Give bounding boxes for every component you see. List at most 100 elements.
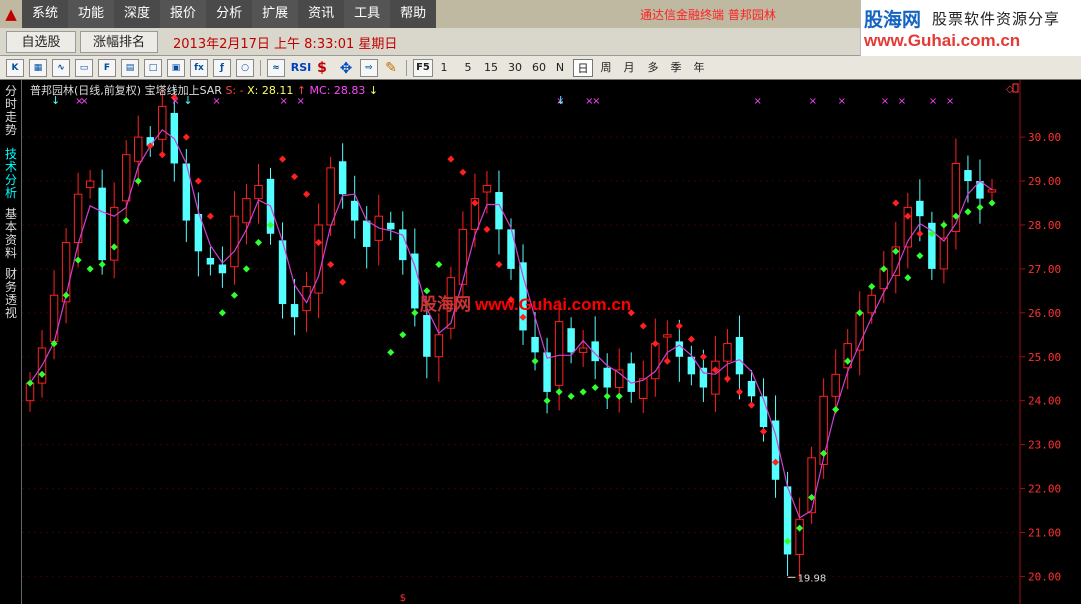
- tab-watchlist[interactable]: 自选股: [6, 31, 76, 53]
- menu-extend[interactable]: 扩展: [252, 0, 299, 28]
- candle-body: [482, 184, 492, 193]
- side-tabs: 分时走势 技术分析 基本资料 财务透视: [0, 80, 22, 604]
- candle-body: [567, 328, 575, 353]
- candle-body: [675, 341, 684, 357]
- period-day[interactable]: 日: [573, 59, 593, 77]
- brand-url: www.Guhai.com.cn: [864, 31, 1021, 50]
- chart-title: 普邦园林(日线,前复权) 宝塔线加上SAR S: - X: 28.11 ↑ MC…: [30, 82, 378, 98]
- period-1min[interactable]: 1: [436, 59, 452, 77]
- dollar-icon[interactable]: $: [315, 59, 329, 77]
- candle-body: [362, 220, 371, 247]
- formula-icon[interactable]: ƒ: [213, 59, 231, 77]
- period-30min[interactable]: 30: [505, 59, 525, 77]
- period-multi[interactable]: 多: [644, 59, 662, 77]
- candle-body: [723, 343, 732, 362]
- info-icon[interactable]: ▣: [167, 59, 185, 77]
- watermark-url: www.Guhai.com.cn: [475, 295, 632, 314]
- period-n[interactable]: N: [552, 59, 568, 77]
- down-arrow-marker: ↓: [556, 94, 565, 107]
- menu-analysis[interactable]: 分析: [206, 0, 253, 28]
- kline-chart[interactable]: 20.00 21.00 22.00 23.00 24.00 25.00 26.00 27.00…: [22, 80, 1081, 604]
- candle-body: [121, 154, 131, 202]
- line-chart-icon[interactable]: ∿: [52, 59, 70, 77]
- side-tab-technical[interactable]: 技术分析: [3, 148, 19, 200]
- app-logo-icon[interactable]: ▲: [0, 0, 22, 28]
- f5-button[interactable]: F5: [413, 59, 433, 77]
- candle-body: [735, 337, 744, 375]
- menu-quote[interactable]: 报价: [160, 0, 207, 28]
- top-marker: ×: [929, 96, 937, 107]
- candle-body: [627, 363, 635, 392]
- brand-slogan: 股票软件资源分享: [932, 10, 1061, 28]
- candle-body: [531, 337, 539, 353]
- menu-depth[interactable]: 深度: [114, 0, 161, 28]
- kline-icon[interactable]: K: [6, 59, 24, 77]
- period-5min[interactable]: 5: [460, 59, 476, 77]
- candle-body: [554, 321, 564, 386]
- top-marker: ×: [946, 96, 954, 107]
- menu-function[interactable]: 功能: [68, 0, 115, 28]
- period-15min[interactable]: 15: [481, 59, 501, 77]
- candle-body: [254, 184, 263, 200]
- period-week[interactable]: 周: [597, 59, 615, 77]
- chart-title-text: 普邦园林(日线,前复权) 宝塔线加上SAR: [30, 84, 222, 97]
- datetime-display: 2013年2月17日 上午 8:33:01 星期日: [173, 37, 398, 52]
- y-tick-label: 23.00: [1028, 439, 1061, 452]
- fin-icon[interactable]: ▤: [121, 59, 139, 77]
- grid-icon[interactable]: ▦: [29, 59, 47, 77]
- menu-system[interactable]: 系统: [22, 0, 69, 28]
- candle-body: [326, 167, 335, 226]
- chart-title-x: X: 28.11: [247, 84, 294, 97]
- bottom-marker: $: [400, 593, 406, 604]
- side-tab-finance[interactable]: 财务透视: [3, 268, 19, 320]
- candle-body: [158, 105, 167, 140]
- y-tick-label: 27.00: [1028, 263, 1061, 276]
- tab-bar: 自选股 涨幅排名 2013年2月17日 上午 8:33:01 星期日: [0, 28, 860, 56]
- top-marker: ×: [881, 96, 889, 107]
- candle-body: [423, 315, 431, 357]
- candle-icon[interactable]: ▭: [75, 59, 93, 77]
- menu-tools[interactable]: 工具: [344, 0, 391, 28]
- candle-body: [98, 187, 106, 261]
- candle-body: [206, 257, 215, 265]
- menu-bar: ▲ 系统 功能 深度 报价 分析 扩展 资讯 工具 帮助 通达信金融终端 普邦园…: [0, 0, 860, 28]
- period-quarter[interactable]: 季: [667, 59, 685, 77]
- down-arrow-icon: ↓: [368, 84, 379, 97]
- rsi-button[interactable]: RSI: [290, 59, 312, 77]
- up-arrow-icon: ↑: [296, 84, 307, 97]
- export-icon[interactable]: ⇨: [360, 59, 378, 77]
- side-tab-intraday[interactable]: 分时走势: [3, 85, 19, 137]
- f10-icon[interactable]: F: [98, 59, 116, 77]
- top-marker: ×: [809, 96, 817, 107]
- brand-logo-text: 股海网: [864, 9, 922, 31]
- candle-body: [458, 228, 468, 285]
- y-tick-label: 29.00: [1028, 175, 1061, 188]
- pencil-icon[interactable]: ✎: [383, 59, 399, 77]
- side-tab-profile[interactable]: 基本资料: [3, 208, 19, 260]
- top-marker: ×: [838, 96, 846, 107]
- period-year[interactable]: 年: [690, 59, 708, 77]
- candle-body: [134, 136, 143, 162]
- y-tick-label: 30.00: [1028, 131, 1061, 144]
- move-icon[interactable]: ✥: [337, 59, 355, 77]
- chart-background: [22, 80, 1081, 604]
- menu-help[interactable]: 帮助: [390, 0, 437, 28]
- candle-body: [951, 162, 961, 233]
- candle-body: [338, 161, 347, 195]
- wave-icon[interactable]: ≈: [267, 59, 285, 77]
- index-icon[interactable]: □: [144, 59, 162, 77]
- y-tick-label: 22.00: [1028, 483, 1061, 496]
- candle-body: [639, 378, 648, 400]
- period-month[interactable]: 月: [620, 59, 638, 77]
- candle-body: [603, 367, 611, 388]
- zoom-icon[interactable]: ○: [236, 59, 254, 77]
- fx-icon[interactable]: fx: [190, 59, 208, 77]
- menu-news[interactable]: 资讯: [298, 0, 345, 28]
- watermark: 股海网 www.Guhai.com.cn: [420, 290, 631, 315]
- period-60min[interactable]: 60: [529, 59, 549, 77]
- tab-ranking[interactable]: 涨幅排名: [80, 31, 158, 53]
- candle-body: [711, 360, 720, 395]
- top-marker: ×: [898, 96, 906, 107]
- top-marker: ×: [592, 96, 600, 107]
- chart-title-mc: MC: 28.83: [309, 84, 366, 97]
